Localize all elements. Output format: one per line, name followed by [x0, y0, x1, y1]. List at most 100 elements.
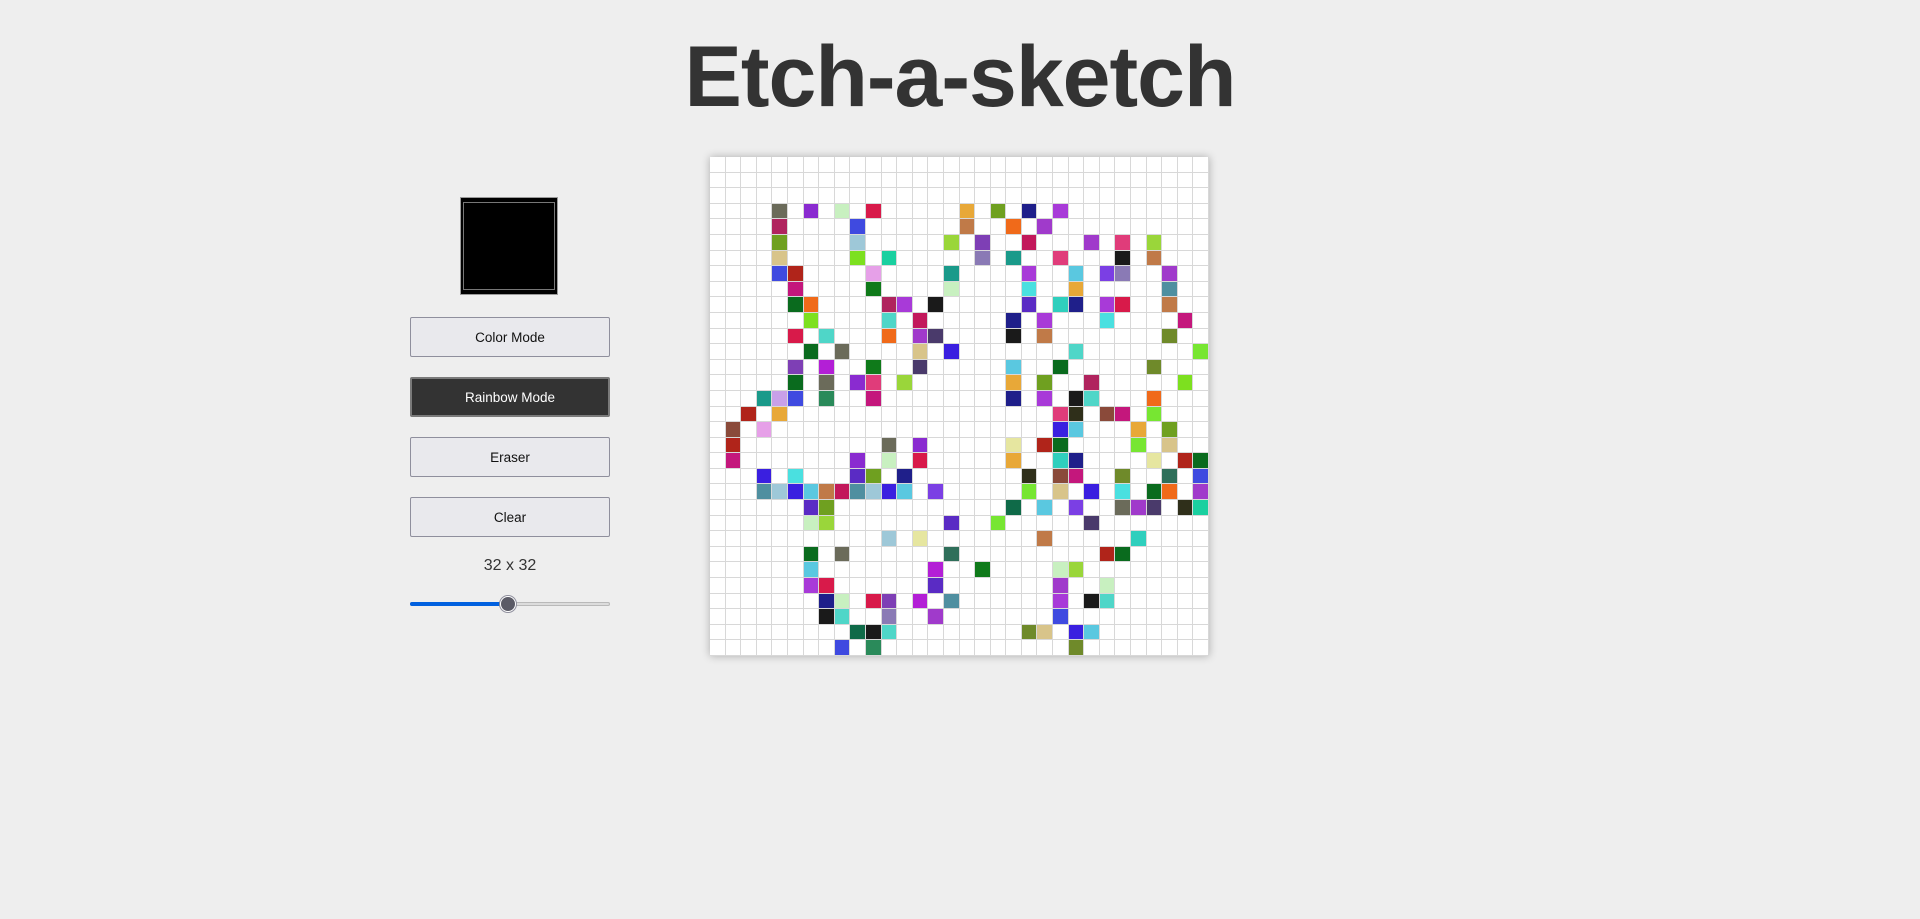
- grid-cell[interactable]: [990, 390, 1007, 407]
- grid-cell[interactable]: [881, 406, 898, 423]
- grid-cell[interactable]: [943, 344, 960, 360]
- grid-cell[interactable]: [756, 578, 773, 594]
- grid-cell[interactable]: [943, 172, 960, 189]
- grid-cell[interactable]: [850, 406, 866, 423]
- grid-cell[interactable]: [897, 359, 913, 376]
- grid-cell[interactable]: [897, 500, 913, 516]
- grid-cell[interactable]: [1177, 484, 1194, 501]
- grid-cell[interactable]: [975, 266, 991, 282]
- grid-cell[interactable]: [959, 484, 976, 501]
- grid-cell[interactable]: [741, 531, 757, 547]
- grid-cell[interactable]: [928, 624, 944, 641]
- grid-cell[interactable]: [928, 266, 944, 282]
- grid-cell[interactable]: [1115, 515, 1132, 532]
- grid-cell[interactable]: [990, 250, 1007, 267]
- grid-cell[interactable]: [1131, 468, 1147, 485]
- grid-cell[interactable]: [1021, 609, 1038, 625]
- grid-cell[interactable]: [990, 281, 1007, 298]
- grid-cell[interactable]: [834, 531, 851, 547]
- grid-cell[interactable]: [725, 281, 742, 298]
- grid-cell[interactable]: [1177, 157, 1194, 173]
- grid-cell[interactable]: [912, 250, 929, 267]
- grid-cell[interactable]: [725, 578, 742, 594]
- grid-cell[interactable]: [725, 484, 742, 501]
- grid-cell[interactable]: [756, 328, 773, 345]
- grid-cell[interactable]: [772, 546, 788, 563]
- grid-cell[interactable]: [850, 250, 866, 267]
- grid-cell[interactable]: [756, 297, 773, 313]
- grid-cell[interactable]: [1021, 344, 1038, 360]
- grid-cell[interactable]: [865, 172, 882, 189]
- grid-cell[interactable]: [1006, 437, 1022, 454]
- grid-cell[interactable]: [710, 500, 726, 516]
- grid-cell[interactable]: [943, 500, 960, 516]
- grid-cell[interactable]: [1131, 188, 1147, 204]
- grid-cell[interactable]: [975, 624, 991, 641]
- grid-cell[interactable]: [1177, 578, 1194, 594]
- grid-cell[interactable]: [881, 562, 898, 579]
- grid-cell[interactable]: [710, 406, 726, 423]
- grid-cell[interactable]: [819, 390, 835, 407]
- grid-cell[interactable]: [975, 297, 991, 313]
- grid-cell[interactable]: [1115, 562, 1132, 579]
- grid-cell[interactable]: [850, 359, 866, 376]
- grid-cell[interactable]: [1037, 203, 1054, 220]
- grid-cell[interactable]: [803, 359, 820, 376]
- grid-cell[interactable]: [850, 453, 866, 469]
- grid-cell[interactable]: [1162, 172, 1178, 189]
- grid-cell[interactable]: [850, 609, 866, 625]
- grid-cell[interactable]: [741, 390, 757, 407]
- grid-cell[interactable]: [850, 297, 866, 313]
- grid-cell[interactable]: [865, 390, 882, 407]
- grid-cell[interactable]: [1068, 515, 1085, 532]
- grid-cell[interactable]: [959, 453, 976, 469]
- grid-cell[interactable]: [959, 250, 976, 267]
- grid-cell[interactable]: [1177, 453, 1194, 469]
- grid-cell[interactable]: [881, 157, 898, 173]
- grid-cell[interactable]: [943, 624, 960, 641]
- grid-cell[interactable]: [1162, 234, 1178, 251]
- grid-cell[interactable]: [1177, 266, 1194, 282]
- grid-cell[interactable]: [959, 203, 976, 220]
- grid-cell[interactable]: [1053, 359, 1069, 376]
- grid-cell[interactable]: [881, 359, 898, 376]
- grid-cell[interactable]: [1193, 624, 1209, 641]
- grid-cell[interactable]: [819, 484, 835, 501]
- grid-cell[interactable]: [850, 562, 866, 579]
- grid-cell[interactable]: [912, 468, 929, 485]
- grid-cell[interactable]: [772, 593, 788, 610]
- grid-cell[interactable]: [1115, 609, 1132, 625]
- grid-cell[interactable]: [959, 406, 976, 423]
- rainbow-mode-button[interactable]: Rainbow Mode: [410, 377, 610, 417]
- color-picker[interactable]: [460, 197, 558, 295]
- grid-cell[interactable]: [725, 609, 742, 625]
- grid-cell[interactable]: [1021, 328, 1038, 345]
- grid-cell[interactable]: [928, 593, 944, 610]
- grid-cell[interactable]: [787, 250, 804, 267]
- grid-cell[interactable]: [912, 297, 929, 313]
- grid-cell[interactable]: [1037, 422, 1054, 438]
- grid-cell[interactable]: [1115, 328, 1132, 345]
- grid-cell[interactable]: [1146, 203, 1163, 220]
- grid-cell[interactable]: [865, 422, 882, 438]
- grid-cell[interactable]: [741, 188, 757, 204]
- grid-cell[interactable]: [819, 546, 835, 563]
- grid-cell[interactable]: [943, 203, 960, 220]
- grid-cell[interactable]: [1084, 406, 1100, 423]
- grid-cell[interactable]: [928, 390, 944, 407]
- grid-cell[interactable]: [1131, 546, 1147, 563]
- grid-cell[interactable]: [1099, 406, 1116, 423]
- grid-cell[interactable]: [990, 422, 1007, 438]
- grid-cell[interactable]: [741, 468, 757, 485]
- grid-cell[interactable]: [803, 234, 820, 251]
- grid-cell[interactable]: [819, 203, 835, 220]
- grid-cell[interactable]: [1162, 546, 1178, 563]
- grid-cell[interactable]: [1193, 250, 1209, 267]
- grid-cell[interactable]: [1053, 390, 1069, 407]
- grid-cell[interactable]: [741, 344, 757, 360]
- grid-cell[interactable]: [1068, 546, 1085, 563]
- grid-cell[interactable]: [975, 640, 991, 656]
- grid-cell[interactable]: [912, 344, 929, 360]
- grid-cell[interactable]: [1021, 640, 1038, 656]
- grid-cell[interactable]: [1084, 468, 1100, 485]
